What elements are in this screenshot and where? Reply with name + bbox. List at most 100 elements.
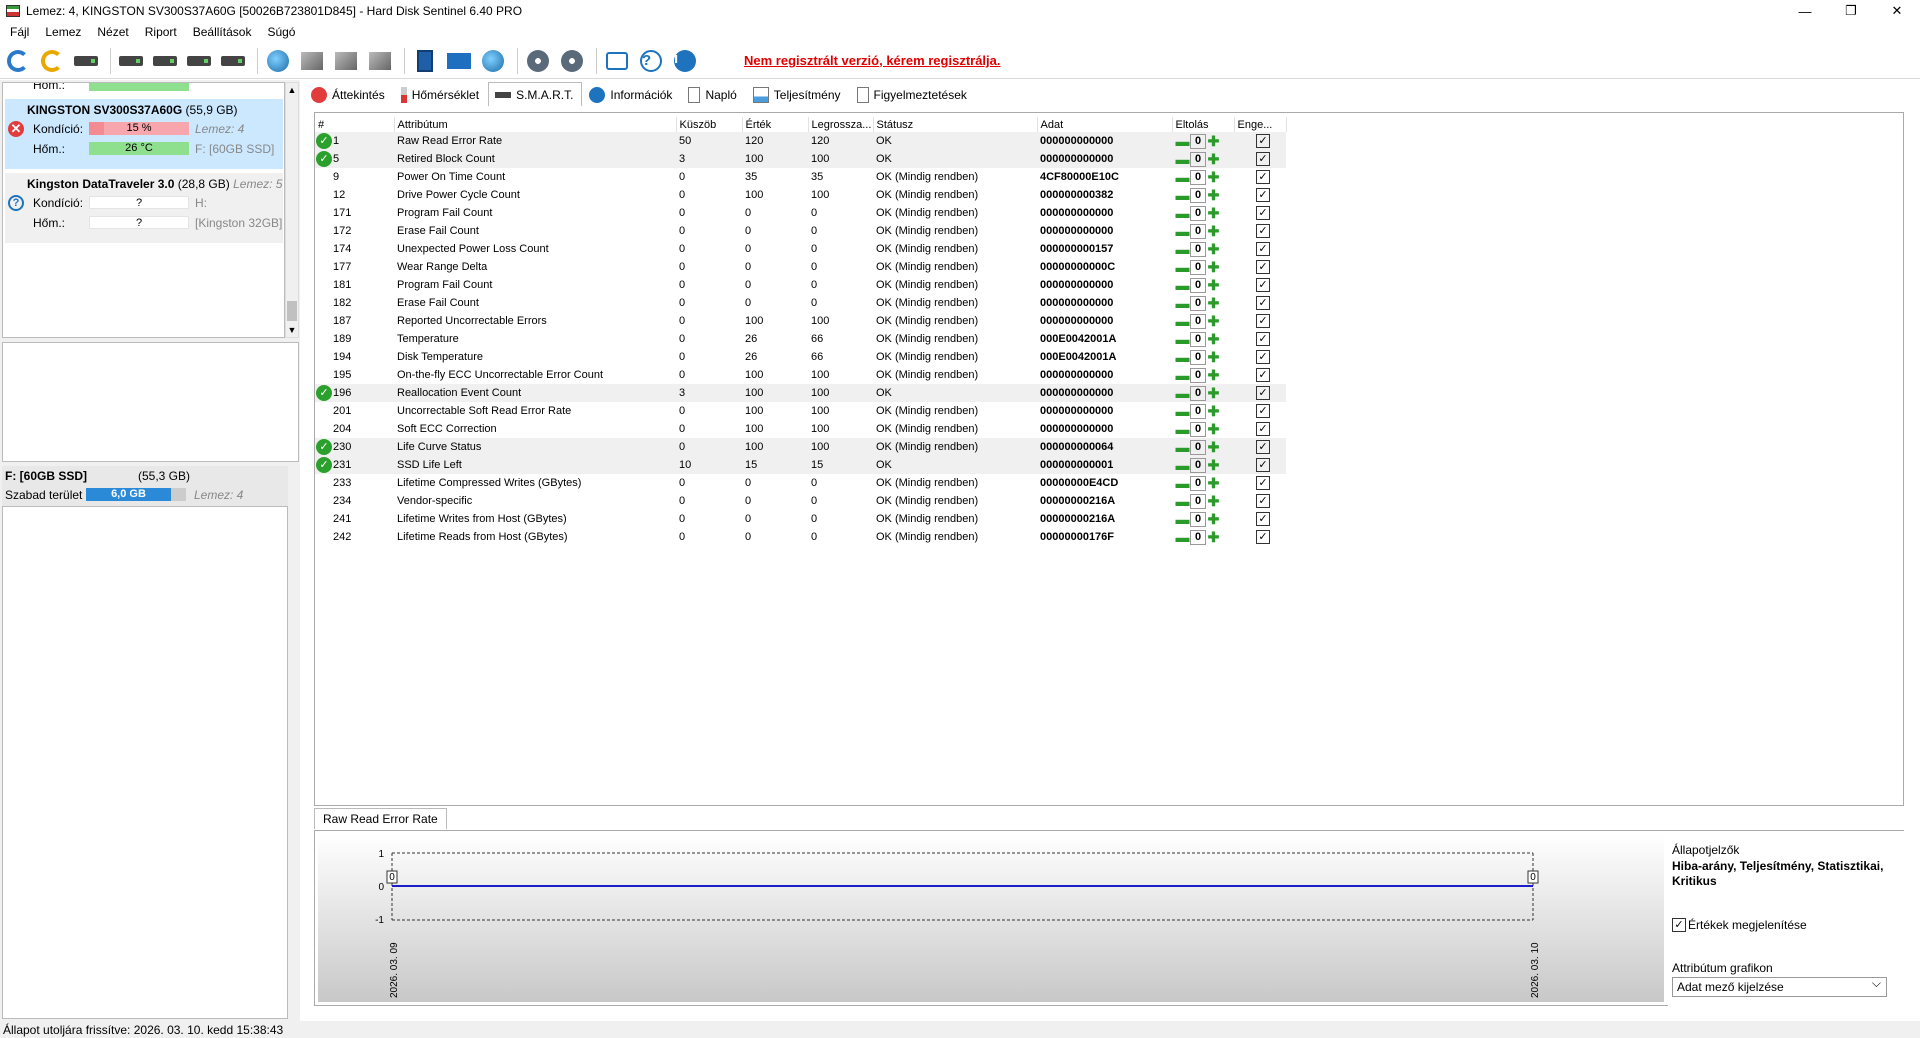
enable-checkbox[interactable]: ✓ xyxy=(1256,422,1270,436)
increase-icon[interactable]: ✚ xyxy=(1206,223,1221,239)
enable-checkbox[interactable]: ✓ xyxy=(1256,260,1270,274)
decrease-icon[interactable]: ▬ xyxy=(1175,349,1190,365)
minimize-icon[interactable]: — xyxy=(1782,0,1828,22)
col-id[interactable]: # xyxy=(315,117,395,132)
scroll-down-icon[interactable]: ▼ xyxy=(286,323,298,337)
refresh-button[interactable] xyxy=(3,46,33,76)
smart-row[interactable]: 181 Program Fail Count 0 0 0 OK (Mindig rendb… xyxy=(315,276,1286,294)
disk-list-scrollbar[interactable]: ▲ ▼ xyxy=(285,82,299,338)
show-values-checkbox[interactable]: ✓ Értékek megjelenítése xyxy=(1672,918,1807,932)
offset-value[interactable]: 0 xyxy=(1190,457,1206,473)
increase-icon[interactable]: ✚ xyxy=(1206,475,1221,491)
enable-checkbox[interactable]: ✓ xyxy=(1256,512,1270,526)
col-data[interactable]: Adat xyxy=(1037,117,1173,132)
col-value[interactable]: Érték xyxy=(742,117,809,132)
enable-checkbox[interactable]: ✓ xyxy=(1256,332,1270,346)
decrease-icon[interactable]: ▬ xyxy=(1175,133,1190,149)
smart-row[interactable]: 171 Program Fail Count 0 0 0 OK (Mindig rendb… xyxy=(315,204,1286,222)
enable-checkbox[interactable]: ✓ xyxy=(1256,152,1270,166)
offset-value[interactable]: 0 xyxy=(1190,421,1206,437)
menu-help[interactable]: Súgó xyxy=(259,25,303,39)
decrease-icon[interactable]: ▬ xyxy=(1175,169,1190,185)
enable-checkbox[interactable]: ✓ xyxy=(1256,494,1270,508)
disk-search-button[interactable] xyxy=(218,46,248,76)
network-button[interactable] xyxy=(478,46,508,76)
offset-value[interactable]: 0 xyxy=(1190,403,1206,419)
enable-checkbox[interactable]: ✓ xyxy=(1256,188,1270,202)
decrease-icon[interactable]: ▬ xyxy=(1175,439,1190,455)
increase-icon[interactable]: ✚ xyxy=(1206,151,1221,167)
col-status[interactable]: Státusz xyxy=(873,117,1038,132)
attr-graph-select[interactable]: Adat mező kijelzése xyxy=(1672,976,1887,997)
enable-checkbox[interactable]: ✓ xyxy=(1256,296,1270,310)
increase-icon[interactable]: ✚ xyxy=(1206,385,1221,401)
smart-row[interactable]: 242 Lifetime Reads from Host (GBytes) 0 0 0 O… xyxy=(315,528,1286,546)
enable-checkbox[interactable]: ✓ xyxy=(1256,314,1270,328)
enable-checkbox[interactable]: ✓ xyxy=(1256,404,1270,418)
restore-icon[interactable]: ❐ xyxy=(1828,0,1874,22)
increase-icon[interactable]: ✚ xyxy=(1206,313,1221,329)
decrease-icon[interactable]: ▬ xyxy=(1175,529,1190,545)
tab-temperature[interactable]: Hőmérséklet xyxy=(394,84,488,106)
smart-row[interactable]: 234 Vendor-specific 0 0 0 OK (Mindig rendben)… xyxy=(315,492,1286,510)
offset-value[interactable]: 0 xyxy=(1190,133,1206,149)
decrease-icon[interactable]: ▬ xyxy=(1175,223,1190,239)
copy-button[interactable] xyxy=(365,46,395,76)
increase-icon[interactable]: ✚ xyxy=(1206,133,1221,149)
smart-row[interactable]: 241 Lifetime Writes from Host (GBytes) 0 0 0… xyxy=(315,510,1286,528)
smart-row[interactable]: ✓ 1 Raw Read Error Rate 50 120 120 OK 000000000… xyxy=(315,132,1286,150)
eject-button[interactable] xyxy=(297,46,327,76)
offset-value[interactable]: 0 xyxy=(1190,187,1206,203)
increase-icon[interactable]: ✚ xyxy=(1206,259,1221,275)
smart-row[interactable]: ✓ 196 Reallocation Event Count 3 100 100 OK 000… xyxy=(315,384,1286,402)
offset-value[interactable]: 0 xyxy=(1190,259,1206,275)
enable-checkbox[interactable]: ✓ xyxy=(1256,476,1270,490)
tab-overview[interactable]: Áttekintés xyxy=(304,84,394,106)
decrease-icon[interactable]: ▬ xyxy=(1175,421,1190,437)
menu-view[interactable]: Nézet xyxy=(89,25,136,39)
offset-value[interactable]: 0 xyxy=(1190,313,1206,329)
smart-row[interactable]: 172 Erase Fail Count 0 0 0 OK (Mindig rendben… xyxy=(315,222,1286,240)
increase-icon[interactable]: ✚ xyxy=(1206,187,1221,203)
disk-info-button[interactable] xyxy=(116,46,146,76)
offset-value[interactable]: 0 xyxy=(1190,385,1206,401)
decrease-icon[interactable]: ▬ xyxy=(1175,475,1190,491)
tab-performance[interactable]: Teljesítmény xyxy=(746,84,850,106)
offset-value[interactable]: 0 xyxy=(1190,151,1206,167)
decrease-icon[interactable]: ▬ xyxy=(1175,187,1190,203)
checkbox-checked-icon[interactable]: ✓ xyxy=(1672,918,1686,932)
smart-row[interactable]: 12 Drive Power Cycle Count 0 100 100 OK (Mind… xyxy=(315,186,1286,204)
volume-scrollbar[interactable] xyxy=(288,506,299,702)
col-attribute[interactable]: Attribútum xyxy=(394,117,677,132)
menu-settings[interactable]: Beállítások xyxy=(185,25,260,39)
col-offset[interactable]: Eltolás xyxy=(1172,117,1235,132)
smart-row[interactable]: ✓ 5 Retired Block Count 3 100 100 OK 0000000000… xyxy=(315,150,1286,168)
enable-checkbox[interactable]: ✓ xyxy=(1256,170,1270,184)
increase-icon[interactable]: ✚ xyxy=(1206,493,1221,509)
increase-icon[interactable]: ✚ xyxy=(1206,331,1221,347)
increase-icon[interactable]: ✚ xyxy=(1206,367,1221,383)
enable-checkbox[interactable]: ✓ xyxy=(1256,440,1270,454)
email-button[interactable] xyxy=(444,46,474,76)
report-button[interactable] xyxy=(410,46,440,76)
enable-checkbox[interactable]: ✓ xyxy=(1256,242,1270,256)
decrease-icon[interactable]: ▬ xyxy=(1175,277,1190,293)
increase-icon[interactable]: ✚ xyxy=(1206,457,1221,473)
decrease-icon[interactable]: ▬ xyxy=(1175,295,1190,311)
offset-value[interactable]: 0 xyxy=(1190,331,1206,347)
disk-entry-datatraveler[interactable]: Kingston DataTraveler 3.0 (28,8 GB) Leme… xyxy=(5,173,283,243)
smart-row[interactable]: 174 Unexpected Power Loss Count 0 0 0 OK (Min… xyxy=(315,240,1286,258)
settings-button[interactable] xyxy=(523,46,553,76)
smart-row[interactable]: 187 Reported Uncorrectable Errors 0 100 100 O… xyxy=(315,312,1286,330)
smart-row[interactable]: 182 Erase Fail Count 0 0 0 OK (Mindig rendben… xyxy=(315,294,1286,312)
screenshot-button[interactable] xyxy=(602,46,632,76)
decrease-icon[interactable]: ▬ xyxy=(1175,151,1190,167)
increase-icon[interactable]: ✚ xyxy=(1206,529,1221,545)
increase-icon[interactable]: ✚ xyxy=(1206,295,1221,311)
smart-row[interactable]: ✓ 230 Life Curve Status 0 100 100 OK (Mindig r… xyxy=(315,438,1286,456)
offset-value[interactable]: 0 xyxy=(1190,367,1206,383)
enable-checkbox[interactable]: ✓ xyxy=(1256,224,1270,238)
disk-entry-kingston-ssd[interactable]: KINGSTON SV300S37A60G (55,9 GB) ✕ Kondíci… xyxy=(5,99,283,169)
decrease-icon[interactable]: ▬ xyxy=(1175,511,1190,527)
tab-alerts[interactable]: Figyelmeztetések xyxy=(850,84,976,106)
